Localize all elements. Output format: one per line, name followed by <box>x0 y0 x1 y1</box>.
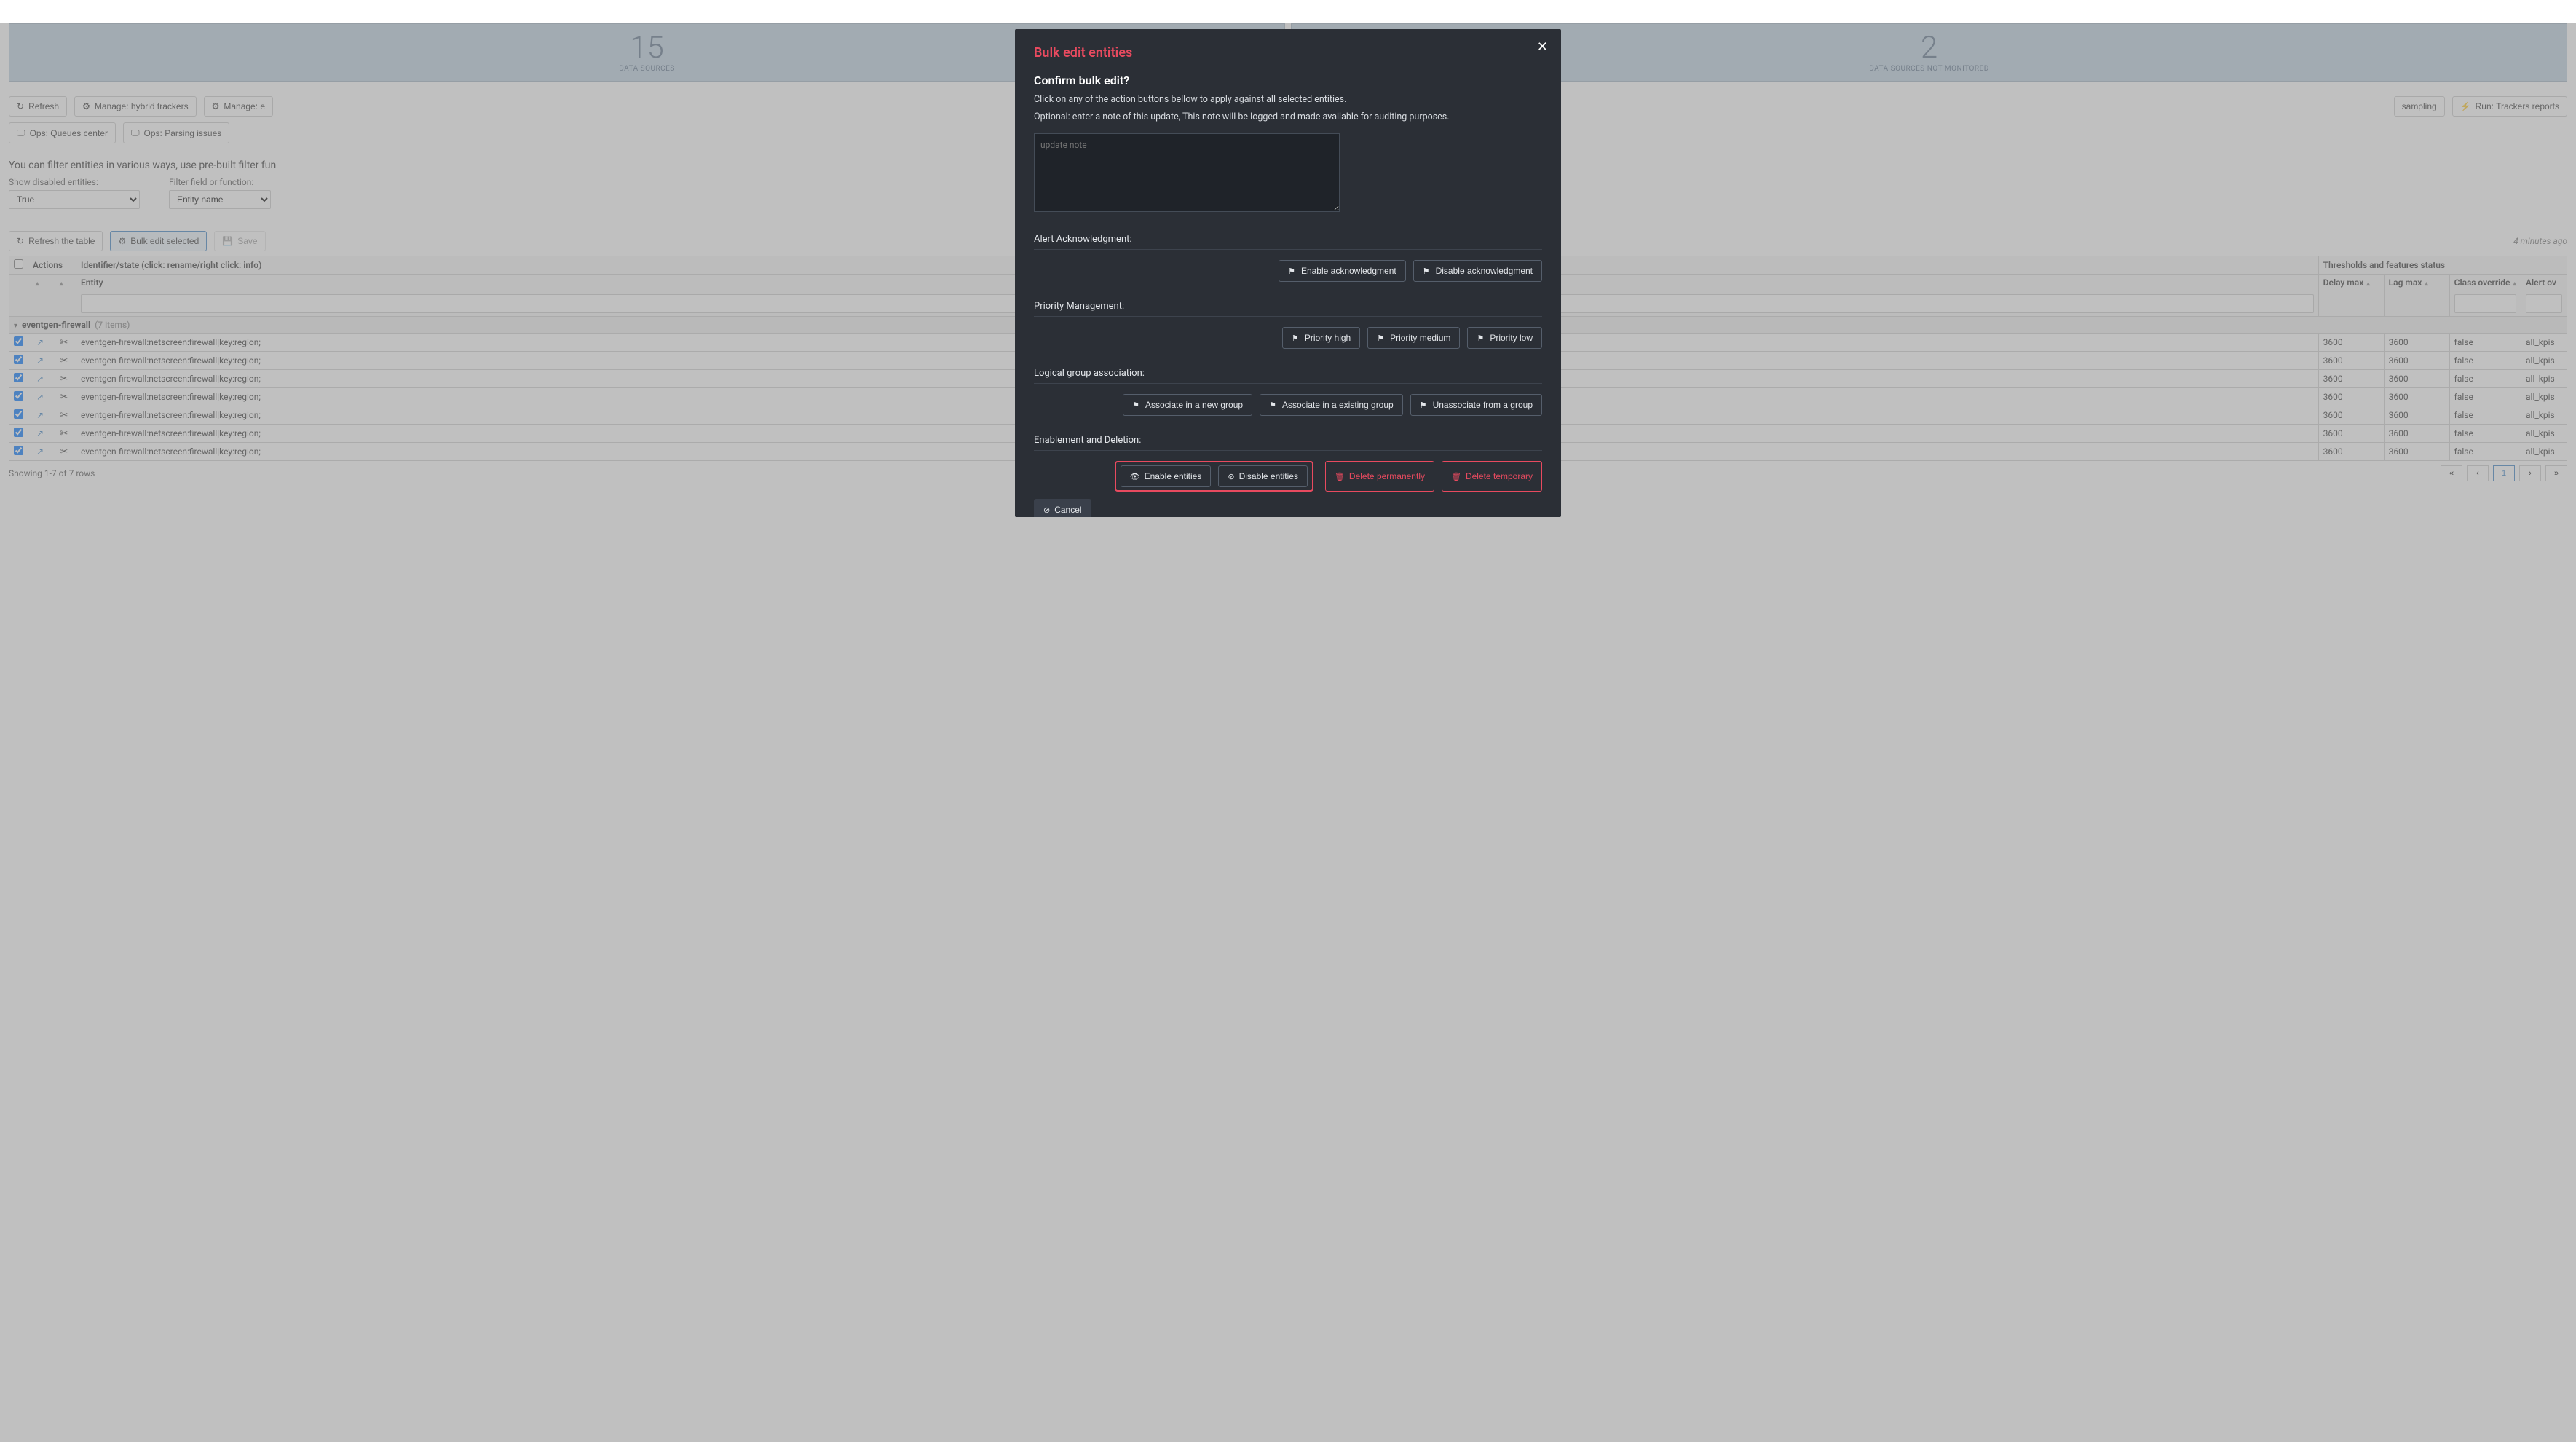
delete-permanently-button[interactable]: Delete permanently <box>1325 461 1434 492</box>
close-button[interactable]: ✕ <box>1537 39 1548 55</box>
optional-note-text: Optional: enter a note of this update, T… <box>1034 111 1542 124</box>
flag-icon <box>1377 333 1386 343</box>
disable-ack-button[interactable]: Disable acknowledgment <box>1413 260 1542 282</box>
modal-overlay: ✕ Bulk edit entities Confirm bulk edit? … <box>0 23 2576 1442</box>
trash-icon <box>1335 471 1345 481</box>
cancel-icon <box>1043 505 1050 515</box>
eye-off-icon <box>1228 471 1234 481</box>
section-priority: Priority Management: <box>1034 301 1542 317</box>
enable-ack-button[interactable]: Enable acknowledgment <box>1279 260 1406 282</box>
priority-low-button[interactable]: Priority low <box>1467 327 1542 349</box>
update-note-textarea[interactable] <box>1034 133 1340 212</box>
flag-icon <box>1292 333 1300 343</box>
trash-icon <box>1451 471 1461 481</box>
associate-new-group-button[interactable]: Associate in a new group <box>1123 394 1252 416</box>
section-ack: Alert Acknowledgment: <box>1034 234 1542 250</box>
associate-existing-group-button[interactable]: Associate in a existing group <box>1260 394 1403 416</box>
priority-high-button[interactable]: Priority high <box>1282 327 1360 349</box>
confirm-heading: Confirm bulk edit? <box>1034 74 1542 87</box>
enable-disable-highlight: Enable entities Disable entities <box>1115 461 1313 492</box>
flag-icon <box>1420 400 1429 410</box>
unassociate-group-button[interactable]: Unassociate from a group <box>1410 394 1542 416</box>
delete-temporary-button[interactable]: Delete temporary <box>1442 461 1542 492</box>
flag-icon <box>1423 266 1431 276</box>
section-logical-group: Logical group association: <box>1034 368 1542 384</box>
section-enablement: Enablement and Deletion: <box>1034 435 1542 451</box>
instruction-text: Click on any of the action buttons bello… <box>1034 93 1542 106</box>
cancel-button[interactable]: Cancel <box>1034 499 1091 517</box>
priority-medium-button[interactable]: Priority medium <box>1367 327 1460 349</box>
flag-icon <box>1132 400 1141 410</box>
eye-icon <box>1130 471 1140 481</box>
disable-entities-button[interactable]: Disable entities <box>1218 465 1308 487</box>
flag-icon <box>1477 333 1485 343</box>
flag-icon <box>1288 266 1297 276</box>
enable-entities-button[interactable]: Enable entities <box>1121 465 1212 487</box>
bulk-edit-modal: ✕ Bulk edit entities Confirm bulk edit? … <box>1015 29 1561 517</box>
modal-title: Bulk edit entities <box>1034 45 1542 60</box>
flag-icon <box>1269 400 1278 410</box>
